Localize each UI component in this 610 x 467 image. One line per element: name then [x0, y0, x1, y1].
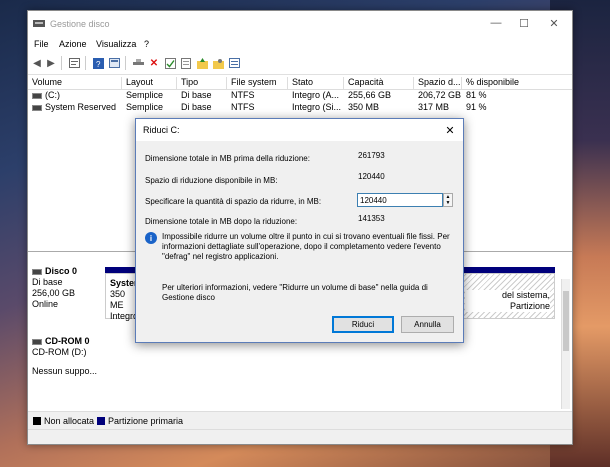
scrollbar-thumb[interactable]: [563, 291, 569, 351]
toolbar-separator: [125, 56, 126, 70]
toolbar-separator: [61, 56, 62, 70]
cdrom-info[interactable]: CD-ROM 0 CD-ROM (D:) Nessun suppo...: [32, 336, 152, 377]
check-icon[interactable]: [164, 57, 176, 69]
shrink-amount-input[interactable]: [357, 193, 443, 207]
shrink-dialog: Riduci C: ✕ Dimensione totale in MB prim…: [135, 118, 464, 343]
info-icon: i: [145, 232, 157, 244]
folder-up-icon[interactable]: [196, 57, 208, 69]
drive-icon: [32, 104, 42, 111]
menu-help[interactable]: ?: [144, 39, 149, 49]
column-header: Volume Layout Tipo File system Stato Cap…: [28, 75, 572, 90]
col-stato[interactable]: Stato: [288, 77, 344, 89]
drive-icon: [32, 92, 42, 99]
svg-text:?: ?: [96, 60, 101, 69]
col-spazio[interactable]: Spazio d...: [414, 77, 462, 89]
col-tipo[interactable]: Tipo: [177, 77, 227, 89]
col-filesystem[interactable]: File system: [227, 77, 288, 89]
shrink-button[interactable]: Riduci: [332, 316, 394, 333]
dialog-close-button[interactable]: ✕: [443, 123, 457, 137]
unallocated-swatch: [33, 417, 41, 425]
col-percent[interactable]: % disponibile: [462, 77, 572, 89]
help-reference-text: Per ulteriori informazioni, vedere "Ridu…: [162, 283, 428, 302]
amount-label: Specificare la quantità di spazio da rid…: [145, 197, 322, 206]
title-bar: Gestione disco — ☐ ✕: [28, 11, 572, 37]
list-view-icon[interactable]: [228, 57, 240, 69]
primary-label: Partizione primaria: [108, 416, 184, 426]
help-icon[interactable]: ?: [92, 57, 104, 69]
primary-swatch: [97, 417, 105, 425]
col-capacita[interactable]: Capacità: [344, 77, 414, 89]
disk-management-icon: [33, 20, 45, 27]
col-volume[interactable]: Volume: [28, 77, 122, 89]
total-after-value: 141353: [358, 214, 385, 223]
menu-file[interactable]: File: [34, 39, 49, 49]
status-bar: [28, 429, 572, 444]
folder-key-icon[interactable]: [212, 57, 224, 69]
unallocated-label: Non allocata: [44, 416, 95, 426]
total-before-value: 261793: [358, 151, 385, 160]
window-title: Gestione disco: [50, 19, 110, 29]
toolbar: ◀ ▶ ? ✕: [28, 52, 572, 75]
menu-visualizza[interactable]: Visualizza: [96, 39, 136, 49]
available-value: 120440: [358, 172, 385, 181]
col-layout[interactable]: Layout: [122, 77, 177, 89]
maximize-button[interactable]: ☐: [510, 14, 538, 32]
minimize-button[interactable]: —: [482, 14, 510, 32]
document-icon[interactable]: [180, 57, 192, 69]
toolbar-separator: [85, 56, 86, 70]
disk0-info[interactable]: Disco 0 Di base 256,00 GB Online: [32, 266, 102, 310]
menu-bar: File Azione Visualizza ?: [28, 37, 572, 52]
disk-icon: [32, 268, 42, 275]
system-reserved-partition[interactable]: Syster 350 ME Integro: [105, 273, 139, 321]
shrink-amount-spinner[interactable]: ▲ ▼: [443, 193, 453, 207]
available-label: Spazio di riduzione disponibile in MB:: [145, 176, 278, 185]
back-icon[interactable]: ◀: [31, 57, 43, 69]
spin-down-icon[interactable]: ▼: [444, 200, 452, 206]
info-message: Impossibile ridurre un volume oltre il p…: [162, 232, 450, 261]
connect-icon[interactable]: [132, 57, 144, 69]
cancel-button[interactable]: Annulla: [401, 316, 454, 333]
dialog-title-bar: Riduci C: ✕: [136, 119, 463, 141]
console-icon[interactable]: [108, 57, 120, 69]
c-partition-selected[interactable]: del sistema, Partizione: [460, 273, 555, 319]
graph-scrollbar[interactable]: [561, 279, 570, 409]
properties-icon[interactable]: [68, 57, 80, 69]
table-row[interactable]: System Reserved Semplice Di base NTFS In…: [28, 102, 572, 114]
table-row[interactable]: (C:) Semplice Di base NTFS Integro (A...…: [28, 90, 572, 102]
menu-azione[interactable]: Azione: [59, 39, 87, 49]
forward-icon[interactable]: ▶: [45, 57, 57, 69]
total-after-label: Dimensione totale in MB dopo la riduzion…: [145, 217, 298, 226]
close-button[interactable]: ✕: [540, 14, 568, 32]
cdrom-icon: [32, 338, 42, 345]
dialog-title: Riduci C:: [143, 125, 180, 135]
total-before-label: Dimensione totale in MB prima della ridu…: [145, 154, 310, 163]
delete-icon[interactable]: ✕: [148, 57, 160, 69]
legend: Non allocata Partizione primaria: [28, 411, 572, 430]
